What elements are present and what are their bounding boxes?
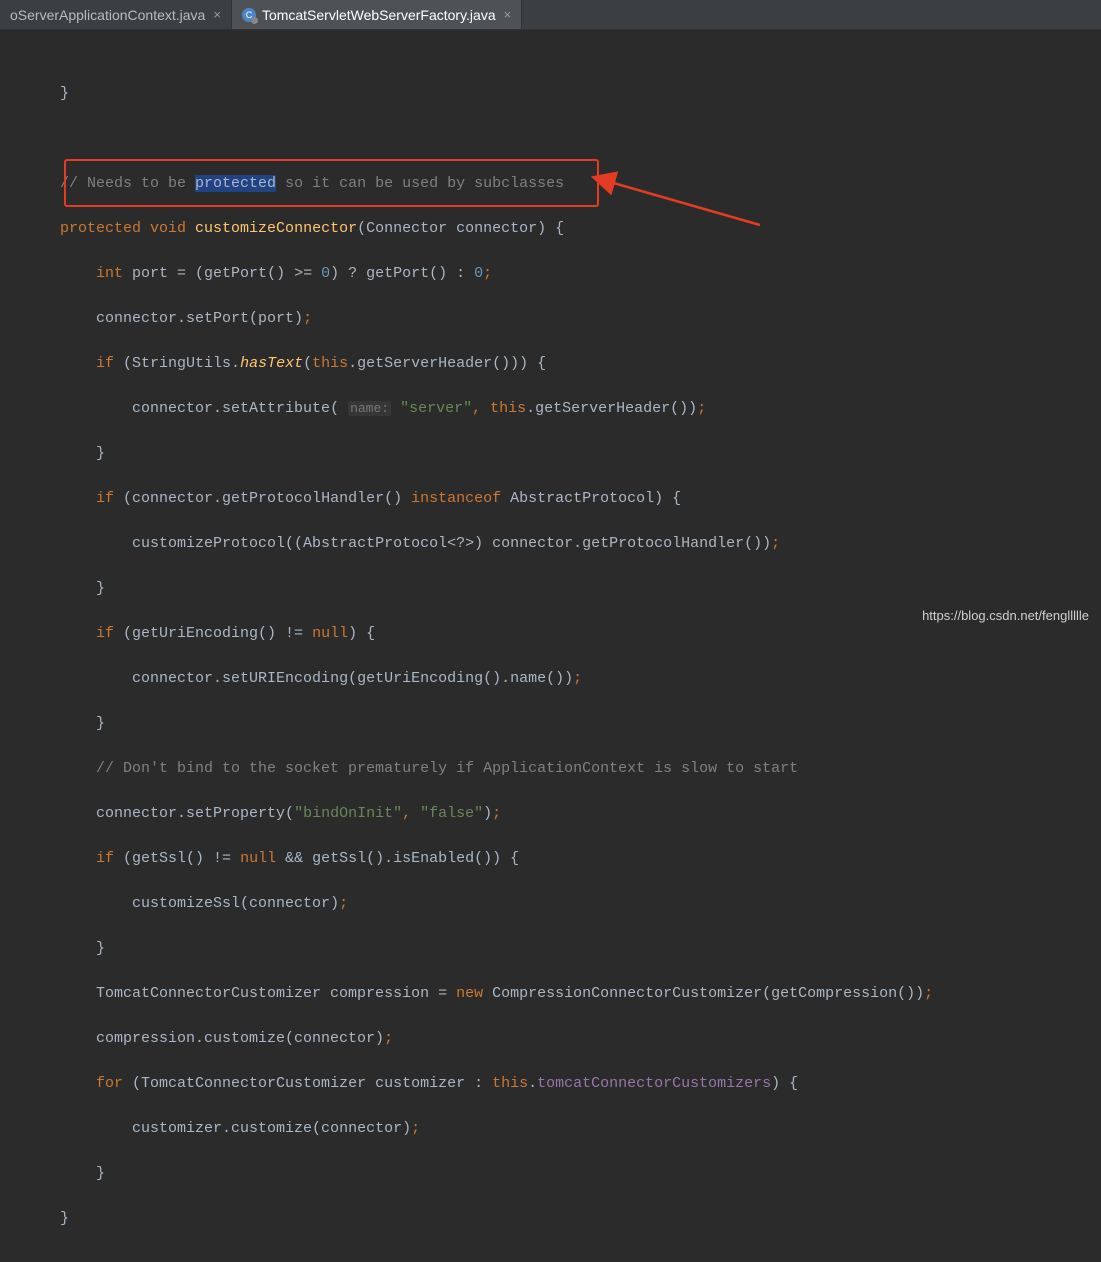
code-text: (getSsl() != <box>123 850 240 867</box>
code-string: "bindOnInit" <box>294 805 402 822</box>
code-text: , <box>402 805 420 822</box>
close-icon[interactable]: × <box>213 7 221 22</box>
code-comment: // Needs to be <box>60 175 195 192</box>
code-text: } <box>96 580 105 597</box>
tab-label: TomcatServletWebServerFactory.java <box>262 7 496 23</box>
code-number: 0 <box>321 265 330 282</box>
tab-label: oServerApplicationContext.java <box>10 7 205 23</box>
code-text: Connector <box>366 220 456 237</box>
code-text: () >= <box>267 265 321 282</box>
code-text: customizeProtocol((AbstractProtocol<?>) … <box>132 535 771 552</box>
code-comment: // Don't bind to the socket prematurely … <box>96 760 798 777</box>
code-text: } <box>96 445 105 462</box>
code-text: () : <box>429 265 474 282</box>
code-keyword: if <box>96 625 123 642</box>
code-text: ) { <box>537 220 564 237</box>
code-semi: ; <box>492 805 501 822</box>
code-text: ) ? <box>330 265 366 282</box>
code-text: getPort <box>366 265 429 282</box>
tab-item-0[interactable]: oServerApplicationContext.java × <box>0 0 232 29</box>
code-text: customizer.customize(connector) <box>132 1120 411 1137</box>
code-keyword: this <box>490 400 526 417</box>
code-semi: ; <box>924 985 933 1002</box>
code-text: (TomcatConnectorCustomizer customizer : <box>132 1075 492 1092</box>
code-keyword: null <box>240 850 285 867</box>
code-keyword: int <box>96 265 132 282</box>
java-class-icon: C <box>242 8 256 22</box>
code-comment: so it can be used by subclasses <box>276 175 564 192</box>
watermark-text: https://blog.csdn.net/fengllllle <box>922 608 1089 623</box>
code-text: compression.customize(connector) <box>96 1030 384 1047</box>
code-text: AbstractProtocol) { <box>510 490 681 507</box>
code-field: tomcatConnectorCustomizers <box>537 1075 771 1092</box>
code-keyword: instanceof <box>411 490 510 507</box>
code-method: hasText <box>240 355 303 372</box>
code-keyword: new <box>456 985 492 1002</box>
code-text: , <box>472 400 490 417</box>
code-text: && <box>285 850 312 867</box>
code-text <box>391 400 400 417</box>
code-text: connector.setURIEncoding(getUriEncoding(… <box>132 670 573 687</box>
code-text: (StringUtils. <box>123 355 240 372</box>
code-text: .getServerHeader())) { <box>348 355 546 372</box>
code-text: } <box>60 85 69 102</box>
code-text: connector.setPort(port) <box>96 310 303 327</box>
code-keyword: for <box>96 1075 132 1092</box>
code-semi: ; <box>483 265 492 282</box>
code-keyword: if <box>96 850 123 867</box>
code-string: "server" <box>400 400 472 417</box>
code-semi: ; <box>303 310 312 327</box>
code-text: CompressionConnectorCustomizer(getCompre… <box>492 985 924 1002</box>
code-text: .getServerHeader()) <box>526 400 697 417</box>
code-text: . <box>528 1075 537 1092</box>
code-method: customizeConnector <box>195 220 357 237</box>
code-highlight: protected <box>195 175 276 192</box>
code-semi: ; <box>771 535 780 552</box>
code-keyword: null <box>312 625 348 642</box>
code-text: ) { <box>771 1075 798 1092</box>
close-icon[interactable]: × <box>504 7 512 22</box>
code-keyword: this <box>492 1075 528 1092</box>
code-text: port = ( <box>132 265 204 282</box>
code-text: (getUriEncoding() != <box>123 625 312 642</box>
code-semi: ; <box>384 1030 393 1047</box>
code-keyword: if <box>96 355 123 372</box>
code-semi: ; <box>573 670 582 687</box>
code-keyword: protected void <box>60 220 195 237</box>
code-text: ) { <box>348 625 375 642</box>
code-semi: ; <box>339 895 348 912</box>
code-string: "false" <box>420 805 483 822</box>
code-editor[interactable]: } // Needs to be protected so it can be … <box>0 30 1101 1262</box>
tab-bar: oServerApplicationContext.java × C Tomca… <box>0 0 1101 30</box>
code-text: connector.setAttribute( <box>132 400 348 417</box>
code-text: } <box>96 940 105 957</box>
code-text: (connector.getProtocolHandler() <box>123 490 411 507</box>
code-text: TomcatConnectorCustomizer compression = <box>96 985 456 1002</box>
code-semi: ; <box>697 400 706 417</box>
code-text: customizeSsl(connector) <box>132 895 339 912</box>
code-semi: ; <box>411 1120 420 1137</box>
code-text: } <box>96 1165 105 1182</box>
code-text: connector.setProperty( <box>96 805 294 822</box>
code-text: getPort <box>204 265 267 282</box>
tab-item-1[interactable]: C TomcatServletWebServerFactory.java × <box>232 0 522 29</box>
code-text: } <box>96 715 105 732</box>
code-text: connector <box>456 220 537 237</box>
param-hint: name: <box>348 401 391 416</box>
code-keyword: if <box>96 490 123 507</box>
code-text: ( <box>303 355 312 372</box>
code-number: 0 <box>474 265 483 282</box>
code-keyword: this <box>312 355 348 372</box>
code-text: } <box>60 1210 69 1227</box>
code-text: ( <box>357 220 366 237</box>
code-text: getSsl().isEnabled()) { <box>312 850 519 867</box>
code-text: ) <box>483 805 492 822</box>
